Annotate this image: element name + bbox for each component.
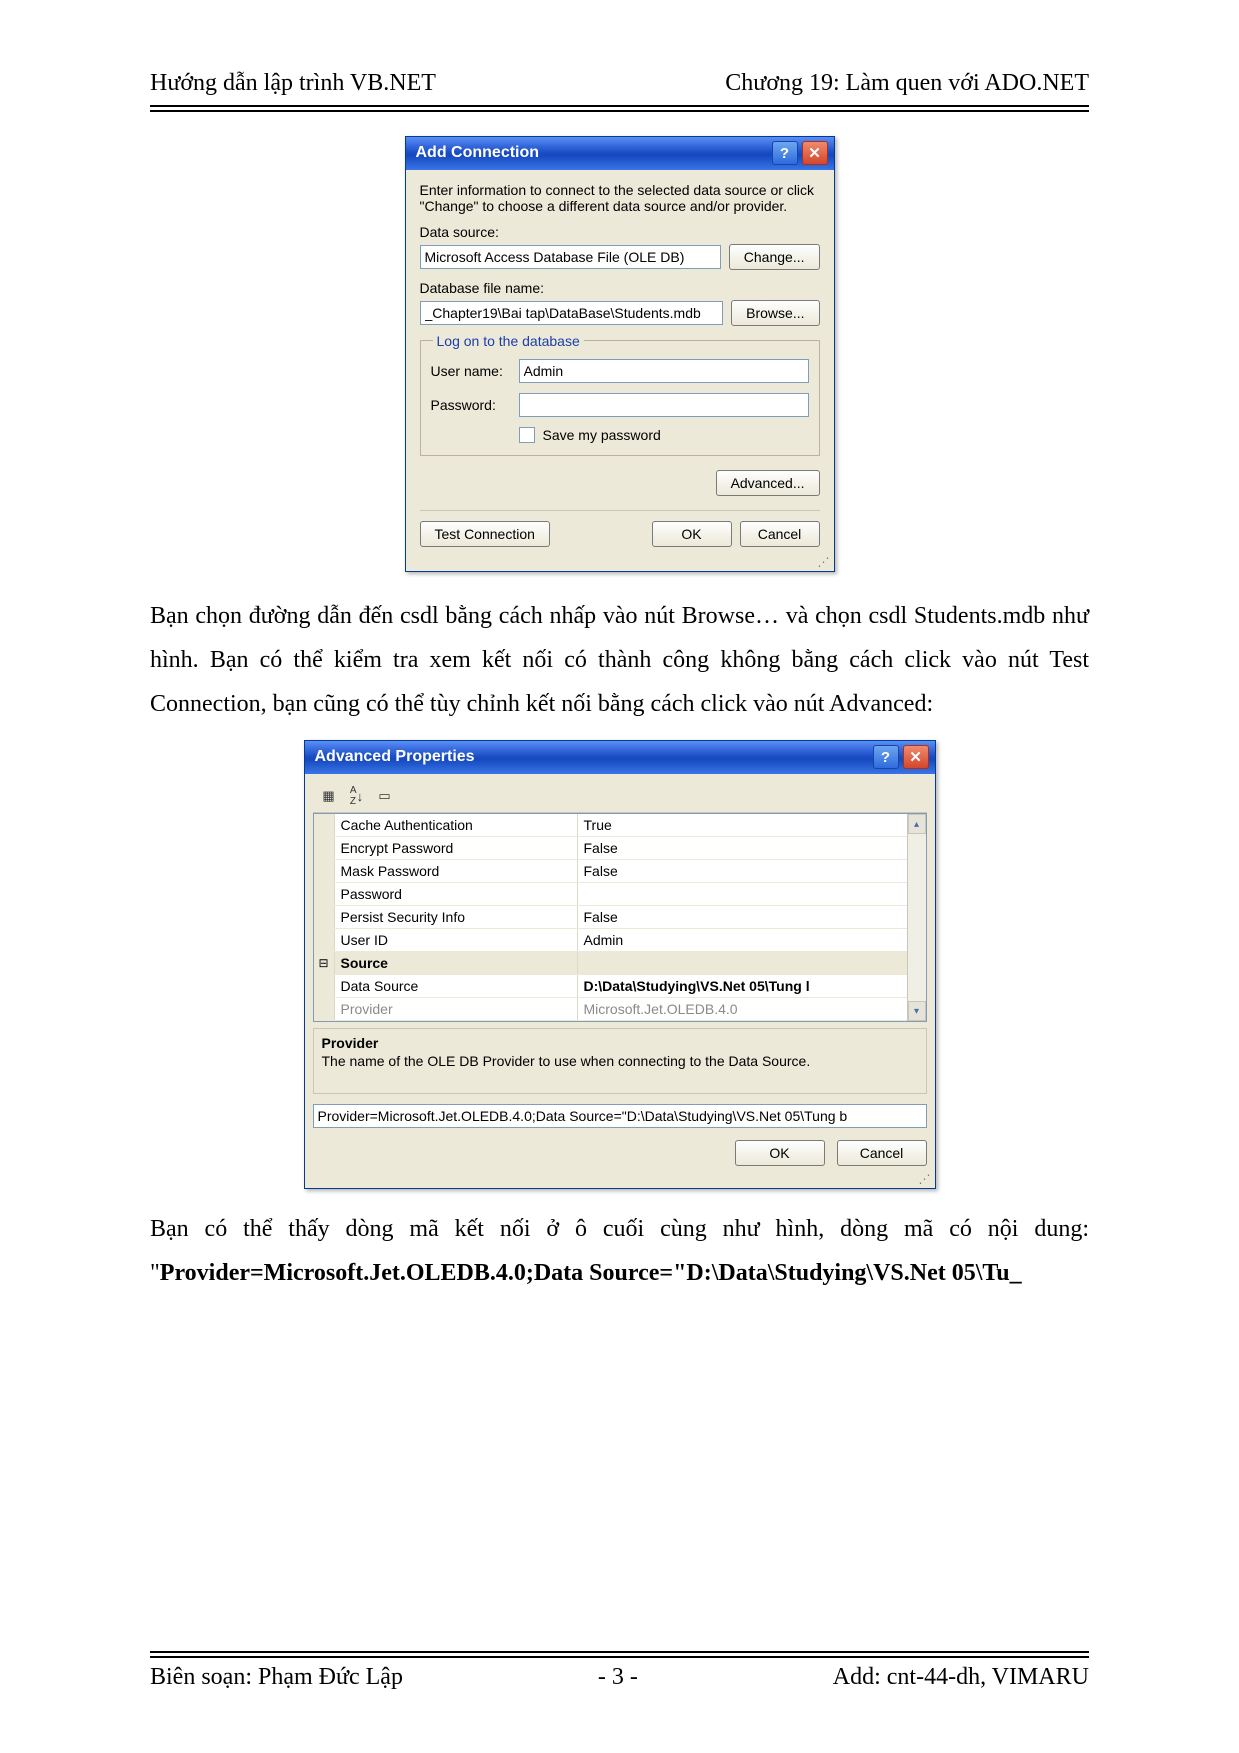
property-value[interactable]: False xyxy=(578,837,926,859)
scroll-down-icon[interactable]: ▾ xyxy=(908,1001,926,1021)
advanced-properties-dialog: Advanced Properties ? ✕ ▦ AZ↓ ▭ ▴ ▾ xyxy=(304,740,936,1189)
cancel-button[interactable]: Cancel xyxy=(740,521,820,547)
user-name-input[interactable] xyxy=(519,359,809,383)
ok-button[interactable]: OK xyxy=(652,521,732,547)
advanced-button[interactable]: Advanced... xyxy=(716,470,820,496)
gutter xyxy=(314,998,335,1020)
property-row[interactable]: User IDAdmin xyxy=(314,929,926,952)
password-label: Password: xyxy=(431,397,511,413)
footer-left: Biên soạn: Phạm Đức Lập xyxy=(150,1664,403,1691)
footer-center: - 3 - xyxy=(598,1664,638,1691)
gutter xyxy=(314,837,335,859)
property-name: User ID xyxy=(335,929,578,951)
resize-grip-icon[interactable]: ⋰ xyxy=(406,557,834,571)
property-value[interactable]: Admin xyxy=(578,929,926,951)
property-value[interactable]: False xyxy=(578,906,926,928)
property-name: Persist Security Info xyxy=(335,906,578,928)
property-name: Mask Password xyxy=(335,860,578,882)
save-password-checkbox[interactable] xyxy=(519,427,535,443)
property-row[interactable]: Cache AuthenticationTrue xyxy=(314,814,926,837)
property-value[interactable]: True xyxy=(578,814,926,836)
property-value[interactable] xyxy=(578,883,926,905)
property-grid[interactable]: ▴ ▾ Cache AuthenticationTrueEncrypt Pass… xyxy=(313,813,927,1022)
alphabetical-sort-icon[interactable]: AZ↓ xyxy=(345,784,369,808)
property-name: Encrypt Password xyxy=(335,837,578,859)
user-name-label: User name: xyxy=(431,363,511,379)
property-row[interactable]: Mask PasswordFalse xyxy=(314,860,926,883)
connection-string-input[interactable] xyxy=(313,1104,927,1128)
gutter xyxy=(314,929,335,951)
doc-header-right: Chương 19: Làm quen với ADO.NET xyxy=(725,70,1089,97)
property-name: Source xyxy=(335,952,578,974)
close-icon[interactable]: ✕ xyxy=(802,141,828,165)
footer-rule xyxy=(150,1651,1089,1658)
help-icon[interactable]: ? xyxy=(873,745,899,769)
db-file-label: Database file name: xyxy=(420,280,820,296)
scroll-up-icon[interactable]: ▴ xyxy=(908,814,926,834)
close-icon[interactable]: ✕ xyxy=(903,745,929,769)
footer-right: Add: cnt-44-dh, VIMARU xyxy=(833,1664,1089,1691)
property-value[interactable]: D:\Data\Studying\VS.Net 05\Tung l xyxy=(578,975,926,997)
gutter xyxy=(314,975,335,997)
paragraph-1: Bạn chọn đường dẫn đến csdl bằng cách nh… xyxy=(150,594,1089,726)
intro-text: Enter information to connect to the sele… xyxy=(420,182,820,214)
ok-button[interactable]: OK xyxy=(735,1140,825,1166)
gutter xyxy=(314,814,335,836)
property-group[interactable]: ⊟Source xyxy=(314,952,926,975)
property-name: Provider xyxy=(335,998,578,1020)
save-password-label: Save my password xyxy=(543,427,661,443)
property-row[interactable]: Data SourceD:\Data\Studying\VS.Net 05\Tu… xyxy=(314,975,926,998)
db-file-input[interactable] xyxy=(420,301,724,325)
property-value[interactable]: False xyxy=(578,860,926,882)
add-connection-dialog: Add Connection ? ✕ Enter information to … xyxy=(405,136,835,572)
help-text: The name of the OLE DB Provider to use w… xyxy=(322,1053,918,1069)
dialog-title: Add Connection xyxy=(416,144,768,162)
resize-grip-icon[interactable]: ⋰ xyxy=(305,1174,935,1188)
help-icon[interactable]: ? xyxy=(772,141,798,165)
cancel-button[interactable]: Cancel xyxy=(837,1140,927,1166)
gutter xyxy=(314,906,335,928)
logon-group-label: Log on to the database xyxy=(433,333,584,349)
property-help-pane: Provider The name of the OLE DB Provider… xyxy=(313,1028,927,1094)
property-value[interactable]: Microsoft.Jet.OLEDB.4.0 xyxy=(578,998,926,1020)
browse-button[interactable]: Browse... xyxy=(731,300,819,326)
change-button[interactable]: Change... xyxy=(729,244,820,270)
property-row[interactable]: Persist Security InfoFalse xyxy=(314,906,926,929)
property-row[interactable]: Encrypt PasswordFalse xyxy=(314,837,926,860)
paragraph-2b: Provider=Microsoft.Jet.OLEDB.4.0;Data So… xyxy=(160,1260,1022,1286)
property-row[interactable]: Password xyxy=(314,883,926,906)
categorized-icon[interactable]: ▦ xyxy=(317,784,341,808)
gutter xyxy=(314,860,335,882)
collapse-icon[interactable]: ⊟ xyxy=(314,952,335,974)
password-input[interactable] xyxy=(519,393,809,417)
property-grid-toolbar: ▦ AZ↓ ▭ xyxy=(313,780,927,813)
data-source-input[interactable] xyxy=(420,245,721,269)
dialog-title: Advanced Properties xyxy=(315,748,869,766)
header-rule xyxy=(150,105,1089,112)
property-row[interactable]: ProviderMicrosoft.Jet.OLEDB.4.0 xyxy=(314,998,926,1021)
property-value xyxy=(578,952,926,974)
doc-header-left: Hướng dẫn lập trình VB.NET xyxy=(150,70,436,97)
gutter xyxy=(314,883,335,905)
data-source-label: Data source: xyxy=(420,224,820,240)
help-title: Provider xyxy=(322,1035,918,1051)
property-name: Cache Authentication xyxy=(335,814,578,836)
property-name: Password xyxy=(335,883,578,905)
test-connection-button[interactable]: Test Connection xyxy=(420,521,550,547)
property-name: Data Source xyxy=(335,975,578,997)
property-pages-icon[interactable]: ▭ xyxy=(373,784,397,808)
